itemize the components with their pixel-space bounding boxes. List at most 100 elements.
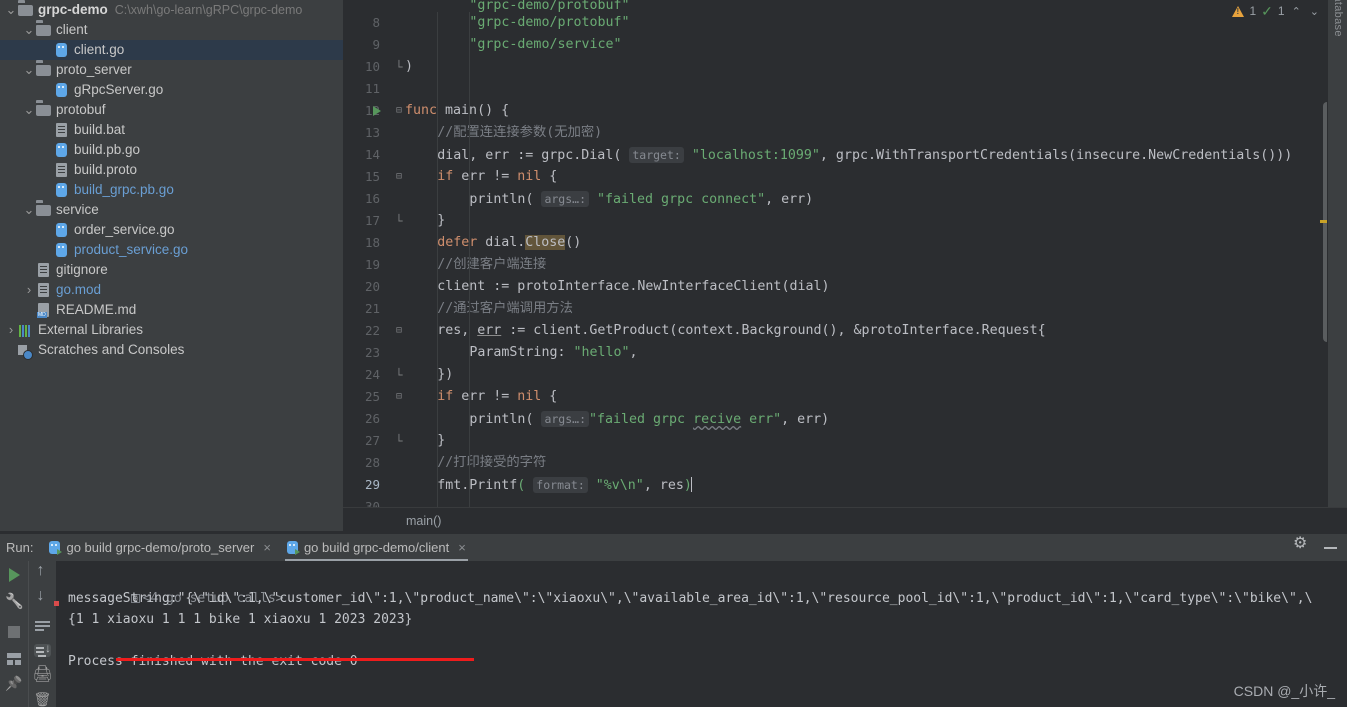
run-tabs-host[interactable]: go build grpc-demo/proto_server × go build…: [41, 534, 473, 561]
tree-item-service[interactable]: ⌄ service: [0, 200, 343, 220]
md-file-icon: [36, 302, 52, 318]
scroll-to-end-icon[interactable]: [34, 641, 51, 658]
chevron-down-icon[interactable]: ⌄: [1308, 5, 1321, 18]
code-line-12[interactable]: 12 ⊟ func main() {: [343, 100, 1347, 122]
console-line-result: {1 1 xiaoxu 1 1 1 bike 1 xiaoxu 1 2023 2…: [68, 612, 413, 627]
code-line-29[interactable]: 29 fmt.Printf( format: "%v\n", res): [343, 474, 1347, 496]
tree-item-external-libraries[interactable]: › External Libraries: [0, 320, 343, 340]
tree-item-proto-server[interactable]: ⌄ proto_server: [0, 60, 343, 80]
arrow-down-icon[interactable]: [35, 587, 51, 606]
code-line-20[interactable]: 20 client := protoInterface.NewInterfaceC…: [343, 276, 1347, 298]
fold-start-icon[interactable]: ⊟: [393, 100, 405, 122]
code-line-15[interactable]: 15 ⊟ if err != nil {: [343, 166, 1347, 188]
code-line-18[interactable]: 18 defer dial.Close(): [343, 232, 1347, 254]
code-editor-pane[interactable]: "grpc-demo/protobuf" 8 "grpc-demo/protobuf…: [343, 0, 1347, 507]
console-output[interactable]: ⊞ <4 go setup calls> messageString:"{\"id…: [56, 561, 1347, 707]
code-line-9[interactable]: 9 "grpc-demo/service": [343, 34, 1347, 56]
code-line-22[interactable]: 22 ⊟ res, err := client.GetProduct(context…: [343, 320, 1347, 342]
soft-wrap-icon[interactable]: [35, 620, 50, 632]
chevron-down-icon[interactable]: ⌄: [4, 3, 18, 17]
print-icon[interactable]: [35, 668, 51, 682]
code-line-16[interactable]: 16 println( args…: "failed grpc connect",…: [343, 188, 1347, 210]
tree-item-readme-md[interactable]: README.md: [0, 300, 343, 320]
tree-item-protobuf[interactable]: ⌄ protobuf: [0, 100, 343, 120]
fold-start-icon[interactable]: ⊟: [393, 320, 405, 342]
tree-item-gitignore[interactable]: gitignore: [0, 260, 343, 280]
pin-icon[interactable]: [6, 678, 22, 694]
code-line-7[interactable]: "grpc-demo/protobuf": [343, 0, 1347, 12]
folder-icon: [18, 2, 34, 18]
gear-icon[interactable]: [1293, 536, 1308, 555]
code-line-10[interactable]: 10 └): [343, 56, 1347, 78]
wrench-icon[interactable]: [6, 595, 22, 611]
fold-end-icon[interactable]: └: [393, 364, 405, 386]
project-tree-panel[interactable]: ⌄ grpc-demo C:\xwh\go-learn\gRPC\grpc-demo…: [0, 0, 343, 531]
close-icon[interactable]: ×: [458, 540, 466, 555]
run-tab-2[interactable]: go build grpc-demo/client ×: [279, 534, 474, 561]
code-line-13[interactable]: 13 //配置连连接参数(无加密): [343, 122, 1347, 144]
tree-item-label: protobuf: [56, 102, 106, 117]
code-line-28[interactable]: 28 //打印接受的字符: [343, 452, 1347, 474]
code-lines-container[interactable]: "grpc-demo/protobuf" 8 "grpc-demo/protobuf…: [343, 0, 1347, 507]
editor-inspection-status[interactable]: 1 ✓ 1 ⌃ ⌄: [1232, 0, 1321, 22]
code-line-14[interactable]: 14 dial, err := grpc.Dial( target: "local…: [343, 144, 1347, 166]
fold-end-icon[interactable]: └: [393, 210, 405, 232]
tree-item-product-service-go[interactable]: product_service.go: [0, 240, 343, 260]
code-line-26[interactable]: 26 println( args…: "failed grpc recive err…: [343, 408, 1347, 430]
tree-item-grpc-demo[interactable]: ⌄ grpc-demo C:\xwh\go-learn\gRPC\grpc-demo: [0, 0, 343, 20]
run-tab-bar[interactable]: Run: go build grpc-demo/proto_server × go …: [0, 534, 1347, 561]
code-line-24[interactable]: 24 └}): [343, 364, 1347, 386]
code-line-11[interactable]: 11: [343, 78, 1347, 100]
code-line-8[interactable]: 8 "grpc-demo/protobuf": [343, 12, 1347, 34]
run-toolbar-secondary[interactable]: [28, 561, 56, 707]
run-window-actions[interactable]: [1293, 534, 1337, 561]
arrow-up-icon[interactable]: [35, 562, 51, 581]
chevron-right-icon[interactable]: ›: [22, 280, 36, 300]
tree-item-build-grpc-pb-go[interactable]: build_grpc.pb.go: [0, 180, 343, 200]
tree-item-build-pb-go[interactable]: build.pb.go: [0, 140, 343, 160]
stop-icon[interactable]: [8, 626, 20, 638]
chevron-up-icon[interactable]: ⌃: [1290, 5, 1303, 18]
chevron-down-icon[interactable]: ⌄: [22, 203, 36, 217]
run-gutter-icon[interactable]: [373, 106, 381, 116]
chevron-down-icon[interactable]: ⌄: [22, 63, 36, 77]
fold-end-icon[interactable]: └: [393, 430, 405, 452]
chevron-right-icon[interactable]: ›: [4, 320, 18, 340]
code-line-25[interactable]: 25 ⊟ if err != nil {: [343, 386, 1347, 408]
tree-item-client[interactable]: ⌄ client: [0, 20, 343, 40]
play-icon[interactable]: [8, 568, 20, 582]
tree-item-order-service-go[interactable]: order_service.go: [0, 220, 343, 240]
code-line-30[interactable]: 30: [343, 496, 1347, 507]
code-line-17[interactable]: 17 └}: [343, 210, 1347, 232]
layout-icon[interactable]: [7, 653, 21, 665]
chevron-down-icon[interactable]: ⌄: [22, 23, 36, 37]
fold-start-icon[interactable]: ⊟: [393, 166, 405, 188]
chevron-down-icon[interactable]: ⌄: [22, 103, 36, 117]
breadcrumb[interactable]: main(): [343, 507, 1347, 533]
code-line-27[interactable]: 27 └}: [343, 430, 1347, 452]
code-token: //通过客户端调用方法: [437, 301, 573, 316]
tree-item-go-mod[interactable]: › go.mod: [0, 280, 343, 300]
run-toolbar-primary[interactable]: [0, 561, 28, 707]
text-caret: [690, 477, 692, 492]
tree-item-build-bat[interactable]: build.bat: [0, 120, 343, 140]
tree-item-build-proto[interactable]: build.proto: [0, 160, 343, 180]
tree-item-grpcserver-go[interactable]: gRpcServer.go: [0, 80, 343, 100]
run-tab-1[interactable]: go build grpc-demo/proto_server ×: [41, 534, 278, 561]
code-token: Printf: [469, 478, 518, 493]
database-tool-tab[interactable]: Database: [1327, 0, 1347, 507]
run-tab-label: go build grpc-demo/client: [303, 540, 450, 555]
fold-end-icon[interactable]: └: [393, 56, 405, 78]
console-line-setup[interactable]: ⊞ <4 go setup calls>: [56, 567, 1347, 606]
close-icon[interactable]: ×: [263, 540, 271, 555]
minimize-icon[interactable]: [1324, 546, 1337, 549]
tree-item-scratches-and-consoles[interactable]: Scratches and Consoles: [0, 340, 343, 360]
code-line-19[interactable]: 19 //创建客户端连接: [343, 254, 1347, 276]
fold-start-icon[interactable]: ⊟: [393, 386, 405, 408]
code-text: //打印接受的字符: [405, 452, 546, 474]
code-token: recive: [693, 412, 742, 427]
tree-item-client-go[interactable]: client.go: [0, 40, 343, 60]
code-line-23[interactable]: 23 ParamString: "hello",: [343, 342, 1347, 364]
code-line-21[interactable]: 21 //通过客户端调用方法: [343, 298, 1347, 320]
trash-icon[interactable]: [35, 694, 51, 707]
